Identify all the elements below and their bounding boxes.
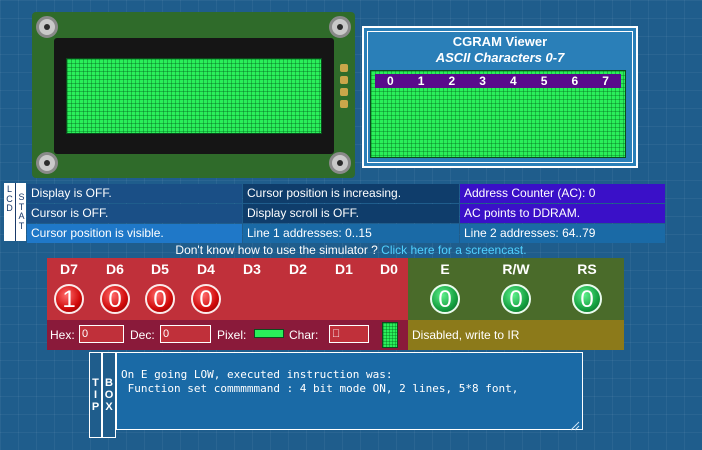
resize-handle-icon[interactable] bbox=[570, 418, 580, 431]
hex-label: Hex: bbox=[50, 328, 75, 342]
bit-label-d2: D2 bbox=[289, 261, 307, 277]
lcd-screen bbox=[66, 58, 322, 134]
tip-textarea[interactable]: On E going LOW, executed instruction was… bbox=[116, 352, 583, 430]
dec-input[interactable]: 0 bbox=[160, 325, 211, 343]
bit-label-d5: D5 bbox=[151, 261, 169, 277]
char-input[interactable]:   bbox=[329, 325, 369, 343]
lcd-pin bbox=[340, 100, 348, 108]
lcd-stat-label: L C D S T A T bbox=[4, 183, 26, 241]
status-display: Display is OFF. bbox=[27, 184, 242, 203]
mounting-hole bbox=[329, 16, 351, 38]
pixel-label: Pixel: bbox=[217, 328, 247, 342]
cgram-column-label: 5 bbox=[540, 74, 548, 88]
cgram-column-label: 2 bbox=[448, 74, 456, 88]
control-bits-panel: E R/W RS 0 0 0 bbox=[408, 258, 624, 320]
bit-toggle-d5[interactable]: 0 bbox=[145, 284, 175, 314]
cgram-grid: 0 1 2 3 4 5 6 7 bbox=[370, 70, 626, 158]
status-cursor-direction: Cursor position is increasing. bbox=[243, 184, 459, 203]
bit-label-d7: D7 bbox=[60, 261, 78, 277]
box-label: B O X bbox=[102, 352, 116, 438]
bit-label-d1: D1 bbox=[335, 261, 353, 277]
pixel-swatch[interactable] bbox=[254, 329, 284, 338]
status-display-scroll: Display scroll is OFF. bbox=[243, 204, 459, 223]
cgram-column-label: 6 bbox=[571, 74, 579, 88]
char-label: Char: bbox=[289, 328, 319, 342]
mounting-hole bbox=[36, 152, 58, 174]
cgram-column-label: 7 bbox=[602, 74, 609, 88]
hex-input[interactable]: 0 bbox=[79, 325, 124, 343]
cgram-subtitle: ASCII Characters 0-7 bbox=[435, 50, 565, 65]
dec-label: Dec: bbox=[130, 328, 155, 342]
status-cursor-visibility: Cursor position is visible. bbox=[27, 224, 242, 243]
bit-toggle-rs[interactable]: 0 bbox=[572, 284, 602, 314]
cgram-column-label: 1 bbox=[417, 74, 425, 88]
help-question: Don't know how to use the simulator ? bbox=[175, 243, 378, 257]
bit-label-d4: D4 bbox=[197, 261, 215, 277]
lcd-pin bbox=[340, 76, 348, 84]
stat-letter: D bbox=[6, 203, 13, 214]
bit-label-rs: RS bbox=[577, 261, 597, 277]
bit-label-d0: D0 bbox=[380, 261, 398, 277]
cgram-column-header: 0 1 2 3 4 5 6 7 bbox=[375, 74, 621, 88]
lcd-module bbox=[32, 12, 355, 178]
cgram-column-label: 4 bbox=[510, 74, 517, 88]
tip-letter: T bbox=[92, 377, 99, 389]
help-line: Don't know how to use the simulator ? Cl… bbox=[0, 243, 702, 257]
stat-letter: T bbox=[18, 220, 25, 231]
bit-toggle-rw[interactable]: 0 bbox=[501, 284, 531, 314]
bit-label-rw: R/W bbox=[502, 261, 530, 277]
bit-toggle-d4[interactable]: 0 bbox=[191, 284, 221, 314]
cgram-column-label: 0 bbox=[387, 74, 394, 88]
ir-status-panel: Disabled, write to IR bbox=[408, 320, 624, 350]
tip-label: T I P bbox=[89, 352, 102, 438]
lcd-pin bbox=[340, 64, 348, 72]
data-bits-panel: D7 D6 D5 D4 D3 D2 D1 D0 1 0 0 0 bbox=[47, 258, 408, 320]
cgram-title: CGRAM Viewer bbox=[452, 34, 548, 49]
status-cursor: Cursor is OFF. bbox=[27, 204, 242, 223]
ir-status-text: Disabled, write to IR bbox=[412, 328, 520, 342]
cgram-column-label: 3 bbox=[479, 74, 486, 88]
bit-toggle-e[interactable]: 0 bbox=[430, 284, 460, 314]
tip-letter: P bbox=[91, 401, 100, 413]
mounting-hole bbox=[329, 152, 351, 174]
screencast-link[interactable]: Click here for a screencast. bbox=[381, 243, 526, 257]
box-letter: B bbox=[105, 377, 113, 389]
mounting-hole bbox=[36, 16, 58, 38]
bit-label-d3: D3 bbox=[243, 261, 261, 277]
status-ac-pointer: AC points to DDRAM. bbox=[460, 204, 665, 223]
bit-label-d6: D6 bbox=[106, 261, 124, 277]
bit-toggle-d6[interactable]: 0 bbox=[100, 284, 130, 314]
value-inputs-panel: Hex: 0 Dec: 0 Pixel: Char:   bbox=[47, 320, 408, 350]
box-letter: X bbox=[105, 401, 113, 413]
status-line2-addresses: Line 2 addresses: 64..79 bbox=[460, 224, 665, 243]
status-line1-addresses: Line 1 addresses: 0..15 bbox=[243, 224, 459, 243]
char-preview bbox=[382, 322, 398, 348]
cgram-viewer: CGRAM Viewer ASCII Characters 0-7 0 1 2 … bbox=[362, 26, 638, 168]
bit-toggle-d7[interactable]: 1 bbox=[54, 284, 84, 314]
tip-letter: I bbox=[93, 389, 98, 401]
lcd-pin bbox=[340, 88, 348, 96]
status-address-counter: Address Counter (AC): 0 bbox=[460, 184, 665, 203]
bit-label-e: E bbox=[440, 261, 450, 277]
box-letter: O bbox=[104, 389, 114, 401]
